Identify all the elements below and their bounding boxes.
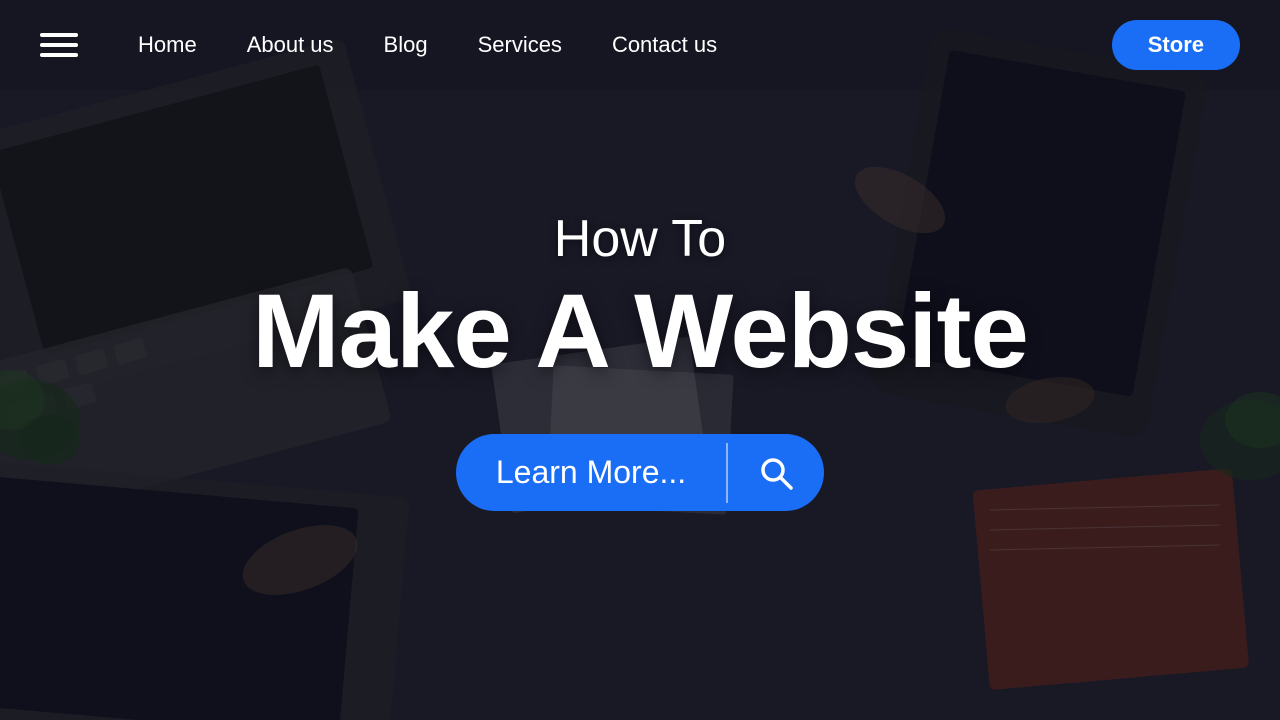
store-button[interactable]: Store: [1112, 20, 1240, 70]
nav-blog[interactable]: Blog: [384, 32, 428, 58]
hamburger-menu[interactable]: [40, 33, 78, 57]
search-icon: [758, 455, 794, 491]
learn-more-button[interactable]: Learn More...: [456, 434, 824, 511]
hamburger-line-2: [40, 43, 78, 47]
nav-contact[interactable]: Contact us: [612, 32, 717, 58]
hero-subtitle: How To: [80, 209, 1200, 269]
hero-section: Home About us Blog Services Contact us S…: [0, 0, 1280, 720]
hamburger-line-1: [40, 33, 78, 37]
hero-content: How To Make A Website Learn More...: [0, 209, 1280, 511]
hero-title: Make A Website: [80, 279, 1200, 384]
nav-services[interactable]: Services: [478, 32, 562, 58]
nav-links: Home About us Blog Services Contact us: [138, 32, 1112, 58]
nav-about[interactable]: About us: [247, 32, 334, 58]
nav-home[interactable]: Home: [138, 32, 197, 58]
hamburger-line-3: [40, 53, 78, 57]
cta-container: Learn More...: [80, 434, 1200, 511]
navigation: Home About us Blog Services Contact us S…: [0, 0, 1280, 90]
search-icon-container: [728, 435, 824, 511]
cta-button-text: Learn More...: [456, 434, 726, 511]
